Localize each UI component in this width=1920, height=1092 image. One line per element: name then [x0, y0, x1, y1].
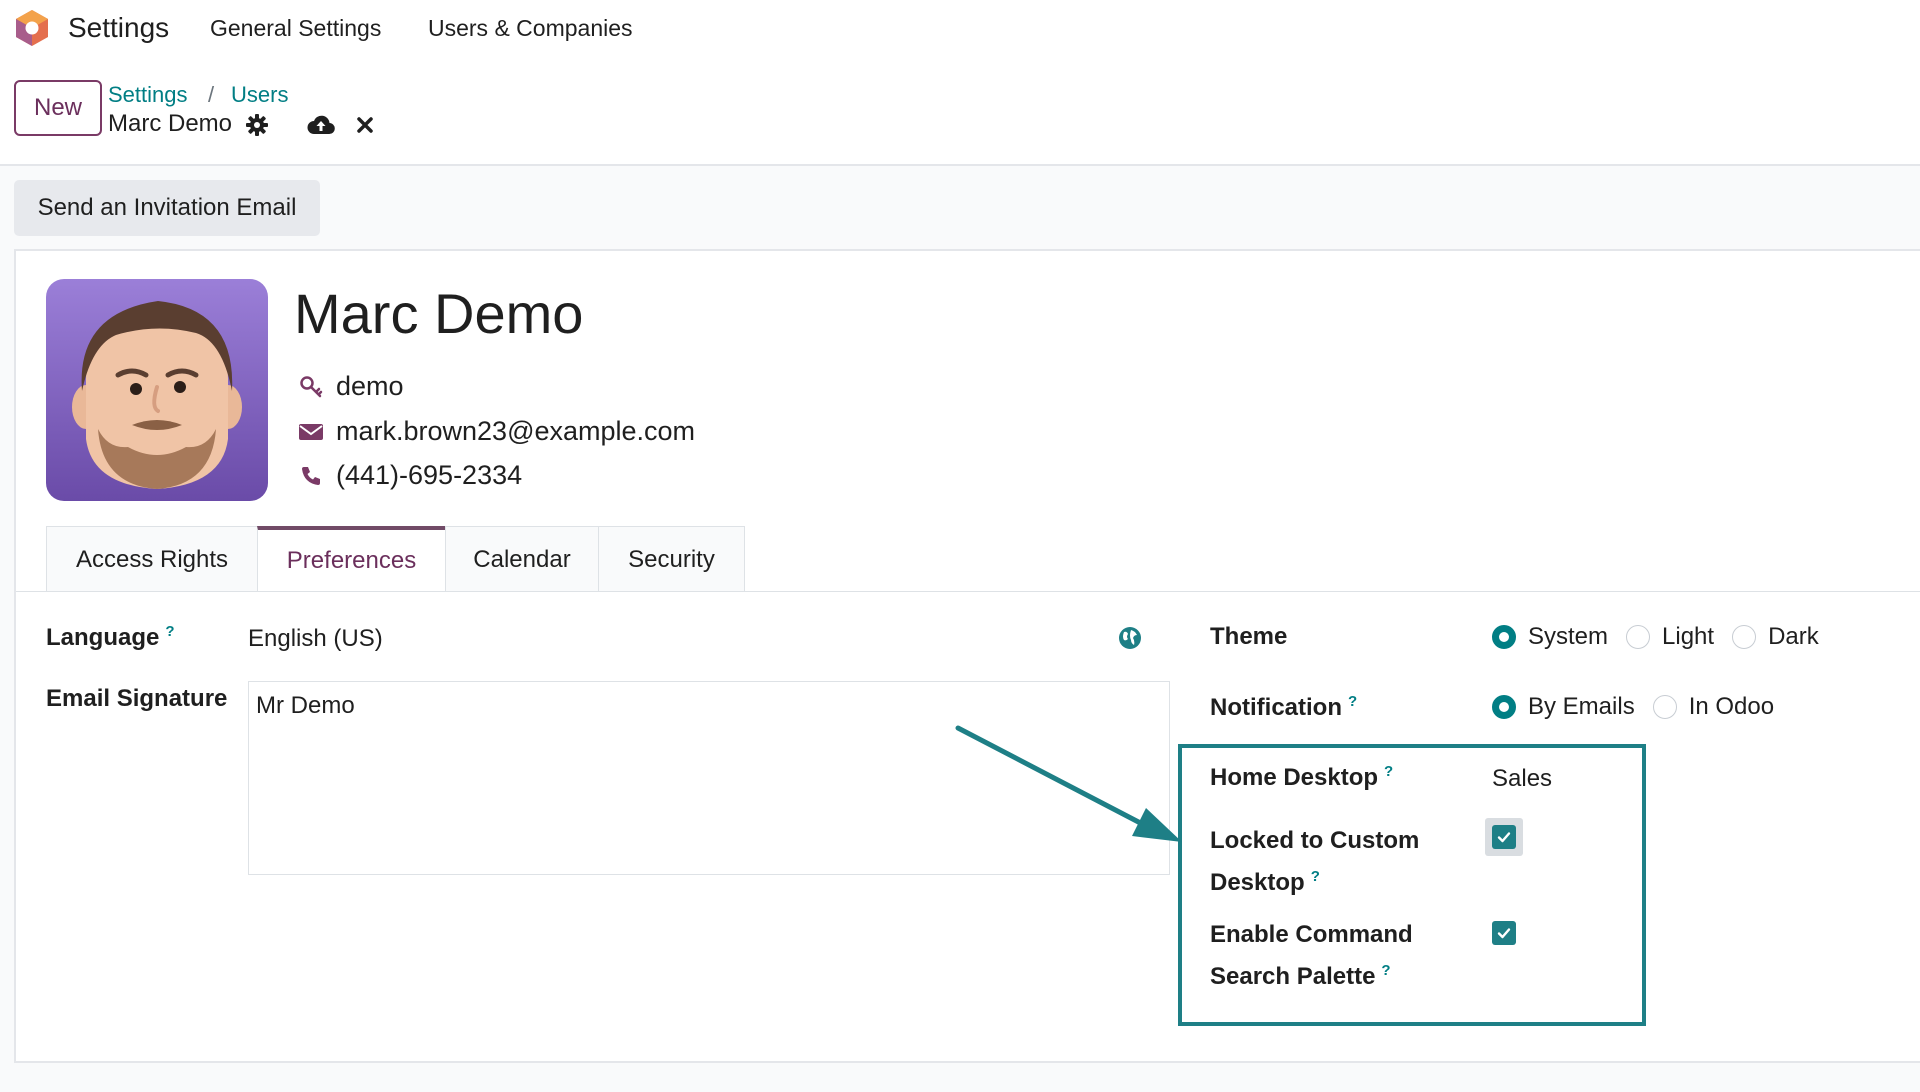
- theme-option-light[interactable]: Light: [1626, 623, 1714, 651]
- tab-label: Security: [628, 545, 715, 573]
- gear-icon[interactable]: [242, 110, 272, 140]
- tab-label: Preferences: [286, 547, 417, 574]
- home-desktop-label-text: Home Desktop: [1210, 764, 1379, 791]
- key-icon: [298, 374, 324, 400]
- tab-security[interactable]: Security: [598, 526, 745, 592]
- locked-label-line1: Locked to Custom: [1210, 827, 1420, 854]
- notification-label-text: Notification: [1210, 694, 1342, 721]
- breadcrumb-separator: /: [208, 82, 215, 107]
- tab-preferences[interactable]: Preferences: [257, 526, 446, 592]
- help-tooltip-icon[interactable]: ?: [165, 623, 174, 640]
- radio-unchecked[interactable]: [1626, 625, 1651, 649]
- radio-label: Light: [1662, 623, 1715, 650]
- tab-label: Calendar: [473, 545, 571, 573]
- send-invitation-button[interactable]: Send an Invitation Email: [14, 180, 320, 236]
- menu-general-settings[interactable]: General Settings: [210, 15, 381, 42]
- tab-access-rights[interactable]: Access Rights: [46, 526, 258, 592]
- tab-divider: [16, 591, 1920, 592]
- user-login[interactable]: demo: [336, 371, 404, 402]
- language-label: Language?: [46, 623, 175, 652]
- theme-option-system[interactable]: System: [1492, 623, 1608, 651]
- breadcrumb-settings[interactable]: Settings: [108, 82, 188, 108]
- notification-option-odoo[interactable]: In Odoo: [1652, 693, 1775, 721]
- command-palette-checkbox[interactable]: [1492, 921, 1516, 945]
- control-panel: New Settings / Users Marc Demo: [0, 56, 1920, 166]
- language-label-text: Language: [46, 624, 160, 651]
- user-phone[interactable]: (441)-695-2334: [336, 460, 522, 491]
- tab-calendar[interactable]: Calendar: [445, 526, 599, 592]
- breadcrumb-users[interactable]: Users: [231, 82, 288, 108]
- help-tooltip-icon[interactable]: ?: [1381, 962, 1390, 979]
- annotation-arrow-icon: [955, 725, 1182, 842]
- notification-label: Notification?: [1210, 693, 1357, 722]
- theme-option-dark[interactable]: Dark: [1732, 623, 1819, 651]
- notification-radio-group: By Emails In Odoo: [1492, 693, 1792, 721]
- user-name[interactable]: Marc Demo: [294, 281, 583, 346]
- radio-checked[interactable]: [1492, 695, 1516, 719]
- cloud-upload-icon[interactable]: [306, 110, 336, 140]
- close-icon[interactable]: [350, 110, 380, 140]
- user-email[interactable]: mark.brown23@example.com: [336, 416, 695, 447]
- phone-row: (441)-695-2334: [298, 460, 522, 491]
- top-navbar: Settings General Settings Users & Compan…: [0, 0, 1920, 56]
- locked-desktop-checkbox[interactable]: [1492, 825, 1516, 849]
- home-desktop-label: Home Desktop?: [1210, 763, 1393, 792]
- notebook-tabs: Access Rights Preferences Calendar Secur…: [46, 526, 745, 592]
- menu-users-companies[interactable]: Users & Companies: [428, 15, 633, 42]
- palette-label-line1: Enable Command: [1210, 921, 1413, 948]
- form-sheet: Marc Demo demo mark.brown23@example.com …: [14, 249, 1920, 1063]
- help-tooltip-icon[interactable]: ?: [1384, 763, 1393, 780]
- theme-radio-group: System Light Dark: [1492, 623, 1837, 651]
- radio-label: System: [1528, 623, 1609, 650]
- avatar[interactable]: [46, 279, 268, 501]
- login-row: demo: [298, 371, 404, 402]
- globe-icon[interactable]: [1118, 626, 1142, 650]
- email-row: mark.brown23@example.com: [298, 416, 695, 447]
- radio-unchecked[interactable]: [1652, 695, 1677, 719]
- help-tooltip-icon[interactable]: ?: [1348, 693, 1357, 710]
- language-select[interactable]: English (US): [248, 625, 383, 653]
- record-name: Marc Demo: [108, 110, 233, 137]
- tab-label: Access Rights: [75, 545, 229, 573]
- radio-checked[interactable]: [1492, 625, 1516, 649]
- check-icon: [1497, 832, 1511, 843]
- envelope-icon: [298, 419, 324, 445]
- help-tooltip-icon[interactable]: ?: [1311, 868, 1320, 885]
- radio-label: By Emails: [1528, 693, 1635, 720]
- email-signature-label: Email Signature: [46, 685, 228, 712]
- phone-icon: [298, 463, 324, 489]
- radio-label: Dark: [1768, 623, 1819, 650]
- locked-label-line2: Desktop: [1210, 869, 1305, 896]
- new-button[interactable]: New: [14, 80, 102, 136]
- home-desktop-select[interactable]: Sales: [1492, 765, 1552, 793]
- notification-option-emails[interactable]: By Emails: [1492, 693, 1635, 721]
- radio-label: In Odoo: [1688, 693, 1775, 720]
- palette-label-line2: Search Palette: [1210, 963, 1376, 990]
- odoo-logo-icon[interactable]: [14, 8, 50, 48]
- locked-desktop-label: Locked to Custom Desktop?: [1210, 823, 1419, 901]
- radio-unchecked[interactable]: [1732, 625, 1757, 649]
- check-icon: [1497, 928, 1511, 939]
- command-palette-label: Enable Command Search Palette?: [1210, 917, 1413, 995]
- theme-label: Theme: [1210, 623, 1288, 650]
- app-title[interactable]: Settings: [68, 12, 169, 44]
